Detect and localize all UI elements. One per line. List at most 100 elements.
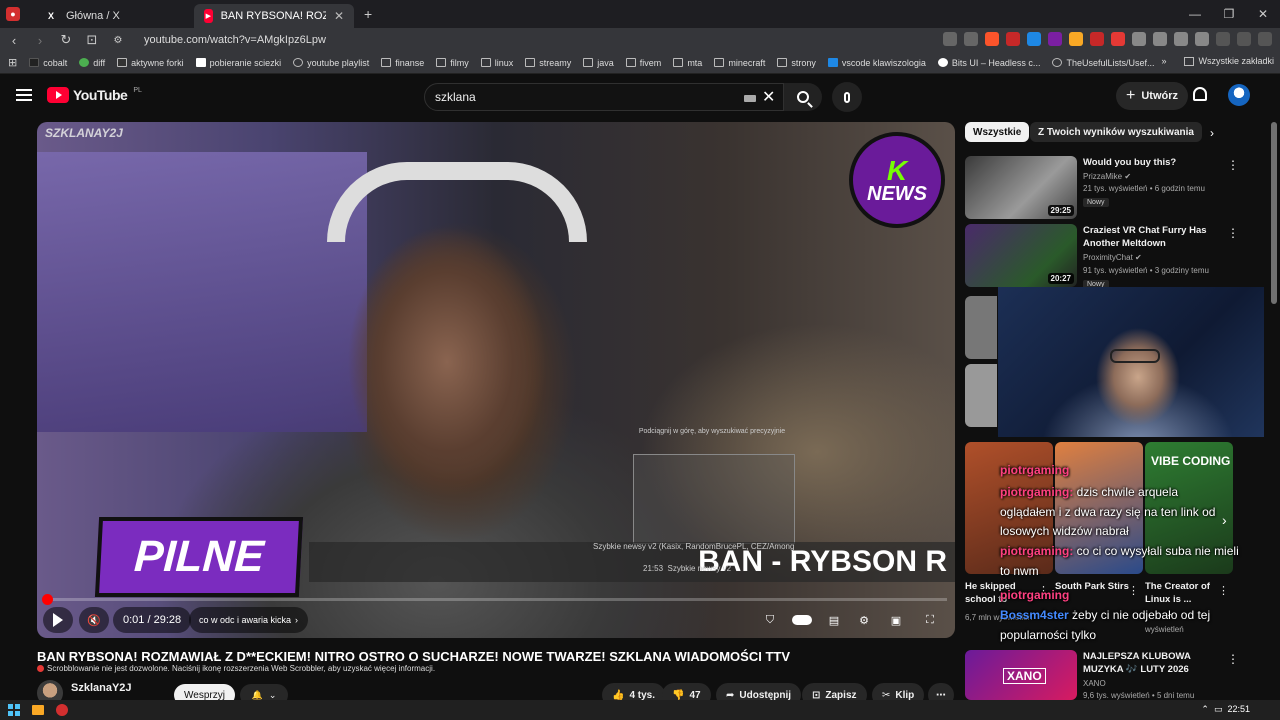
bookmark-icon[interactable]: ⊡ — [84, 32, 100, 48]
chip-all[interactable]: Wszystkie — [965, 122, 1030, 142]
sidebar-icon[interactable] — [1195, 32, 1209, 46]
reload-icon[interactable]: ↻ — [58, 32, 74, 48]
cast-icon[interactable] — [943, 32, 957, 46]
mute-button[interactable]: 🔇 — [79, 607, 109, 633]
miniplayer-button[interactable]: ▣ — [883, 607, 909, 633]
restore-icon[interactable]: ❐ — [1212, 0, 1246, 28]
recommendation-channel[interactable]: XANO — [1083, 679, 1106, 688]
search-button[interactable] — [784, 83, 822, 111]
autoplay-toggle[interactable] — [789, 607, 815, 633]
share-icon[interactable] — [964, 32, 978, 46]
extensions-puzzle-icon[interactable] — [1174, 32, 1188, 46]
file-explorer-icon[interactable] — [32, 705, 44, 715]
site-info-icon[interactable]: ⚙ — [110, 35, 126, 46]
browser-taskbar-icon[interactable] — [56, 704, 68, 716]
bookmark-item[interactable]: youtube playlist — [293, 58, 369, 68]
menu-icon[interactable] — [1258, 32, 1272, 46]
more-bookmarks-icon[interactable]: » — [1161, 56, 1166, 66]
extension-icon[interactable] — [1153, 32, 1167, 46]
bookmark-folder[interactable]: linux — [480, 58, 513, 68]
chevron-right-icon[interactable]: › — [1222, 512, 1227, 528]
more-vert-icon[interactable]: ⋮ — [1227, 652, 1239, 666]
video-player[interactable]: SZKLANAY2J K NEWS Podciągnij w górę, aby… — [37, 122, 955, 638]
fullscreen-button[interactable]: ⛶ — [917, 607, 943, 633]
extension-icon[interactable] — [1111, 32, 1125, 46]
apps-icon[interactable]: ⊞ — [8, 56, 17, 69]
bookmark-folder[interactable]: finanse — [381, 58, 424, 68]
create-button[interactable]: + Utwórz — [1116, 82, 1189, 110]
bookmark-folder[interactable]: strony — [777, 58, 816, 68]
notifications-bell-icon[interactable] — [1193, 87, 1207, 101]
extension-icon[interactable] — [1090, 32, 1104, 46]
all-bookmarks[interactable]: » Wszystkie zakładki — [1161, 56, 1274, 66]
bookmark-folder[interactable]: minecraft — [714, 58, 765, 68]
close-window-icon[interactable]: ✕ — [1246, 0, 1280, 28]
bookmark-folder[interactable]: streamy — [525, 58, 571, 68]
progress-bar[interactable] — [42, 594, 947, 605]
video-thumbnail[interactable]: XANO — [965, 650, 1077, 700]
extension-icon[interactable] — [1048, 32, 1062, 46]
account-avatar[interactable] — [1228, 84, 1250, 106]
search-input[interactable]: szklana — [424, 83, 784, 111]
video-thumbnail[interactable] — [965, 296, 997, 359]
video-thumbnail[interactable] — [965, 364, 997, 427]
bookmark-item[interactable]: Bits UI – Headless c... — [937, 58, 1040, 68]
chip-from-search[interactable]: Z Twoich wyników wyszukiwania — [1030, 122, 1202, 142]
recommendation-title[interactable]: Craziest VR Chat Furry Has Another Meltd… — [1083, 224, 1213, 250]
bookmark-item[interactable]: TheUsefulLists/Usef... — [1052, 58, 1154, 68]
minimize-icon[interactable]: — — [1178, 0, 1212, 28]
extension-icon[interactable] — [1027, 32, 1041, 46]
network-icon[interactable]: ▭ — [1214, 704, 1223, 714]
chevron-right-icon[interactable]: › — [1210, 126, 1214, 140]
recommendation-title[interactable]: Would you buy this? — [1083, 156, 1213, 169]
video-thumbnail[interactable]: 29:25 — [965, 156, 1077, 219]
extension-icon[interactable] — [1006, 32, 1020, 46]
url-field[interactable]: youtube.com/watch?v=AMgkIpz6Lpw — [144, 34, 326, 46]
back-icon[interactable]: ‹ — [6, 33, 22, 48]
video-thumbnail[interactable]: 20:27 — [965, 224, 1077, 287]
bookmark-folder[interactable]: filmy — [436, 58, 469, 68]
close-tab-icon[interactable]: ✕ — [334, 9, 344, 23]
windows-start-icon[interactable] — [8, 704, 20, 716]
more-vert-icon[interactable]: ⋮ — [1218, 584, 1229, 597]
more-vert-icon[interactable]: ⋮ — [1128, 584, 1139, 597]
keyboard-icon[interactable] — [744, 95, 756, 102]
more-vert-icon[interactable]: ⋮ — [1227, 226, 1239, 240]
clock[interactable]: 22:51 — [1227, 704, 1250, 714]
settings-button[interactable]: ⚙ — [851, 607, 877, 633]
tray-chevron-icon[interactable]: ⌃ — [1201, 704, 1209, 714]
scrubber-handle[interactable] — [42, 594, 53, 605]
voice-search-button[interactable] — [832, 82, 862, 112]
browser-menu-icon[interactable]: ● — [6, 7, 20, 21]
extension-icon[interactable] — [1069, 32, 1083, 46]
brave-shield-icon[interactable] — [985, 32, 999, 46]
clear-search-icon[interactable]: ✕ — [762, 87, 775, 107]
play-button[interactable] — [43, 607, 73, 633]
short-title[interactable]: The Creator of Linux is ... — [1145, 580, 1225, 606]
bookmark-item[interactable]: vscode klawiszologia — [827, 58, 926, 68]
bookmark-folder[interactable]: fivem — [625, 58, 661, 68]
profile-icon[interactable] — [1237, 32, 1251, 46]
subtitles-button[interactable]: ▤ — [821, 607, 847, 633]
more-vert-icon[interactable]: ⋮ — [1227, 158, 1239, 172]
menu-hamburger-icon[interactable] — [16, 89, 32, 101]
bookmark-item[interactable]: pobieranie sciezki — [195, 58, 281, 68]
bookmark-item[interactable]: aktywne forki — [117, 58, 184, 68]
recommendation-channel[interactable]: PrizzaMike ✔ — [1083, 172, 1131, 181]
bookmark-folder[interactable]: java — [583, 58, 614, 68]
new-tab-icon[interactable]: + — [364, 6, 372, 22]
bookmark-folder[interactable]: mta — [673, 58, 702, 68]
recommendation-title[interactable]: NAJLEPSZA KLUBOWA MUZYKA 🎶 LUTY 2026 — [1083, 650, 1213, 676]
chapter-button[interactable]: co w odc i awaria kicka › — [189, 607, 309, 633]
media-icon[interactable] — [1216, 32, 1230, 46]
bookmark-item[interactable]: cobalt — [29, 58, 67, 68]
sponsorblock-button[interactable]: ⛉ — [757, 607, 783, 633]
tab-x[interactable]: X Główna / X — [34, 4, 194, 28]
tab-youtube[interactable]: ▶ BAN RYBSONA! ROZMAWIAŁ Z D ✕ — [194, 4, 354, 28]
channel-name[interactable]: SzklanaY2J — [71, 682, 132, 694]
page-scrollbar[interactable] — [1271, 122, 1277, 304]
extension-icon[interactable] — [1132, 32, 1146, 46]
recommendation-channel[interactable]: ProximityChat ✔ — [1083, 253, 1142, 262]
youtube-logo[interactable]: YouTube PL — [47, 87, 142, 103]
forward-icon[interactable]: › — [32, 33, 48, 48]
